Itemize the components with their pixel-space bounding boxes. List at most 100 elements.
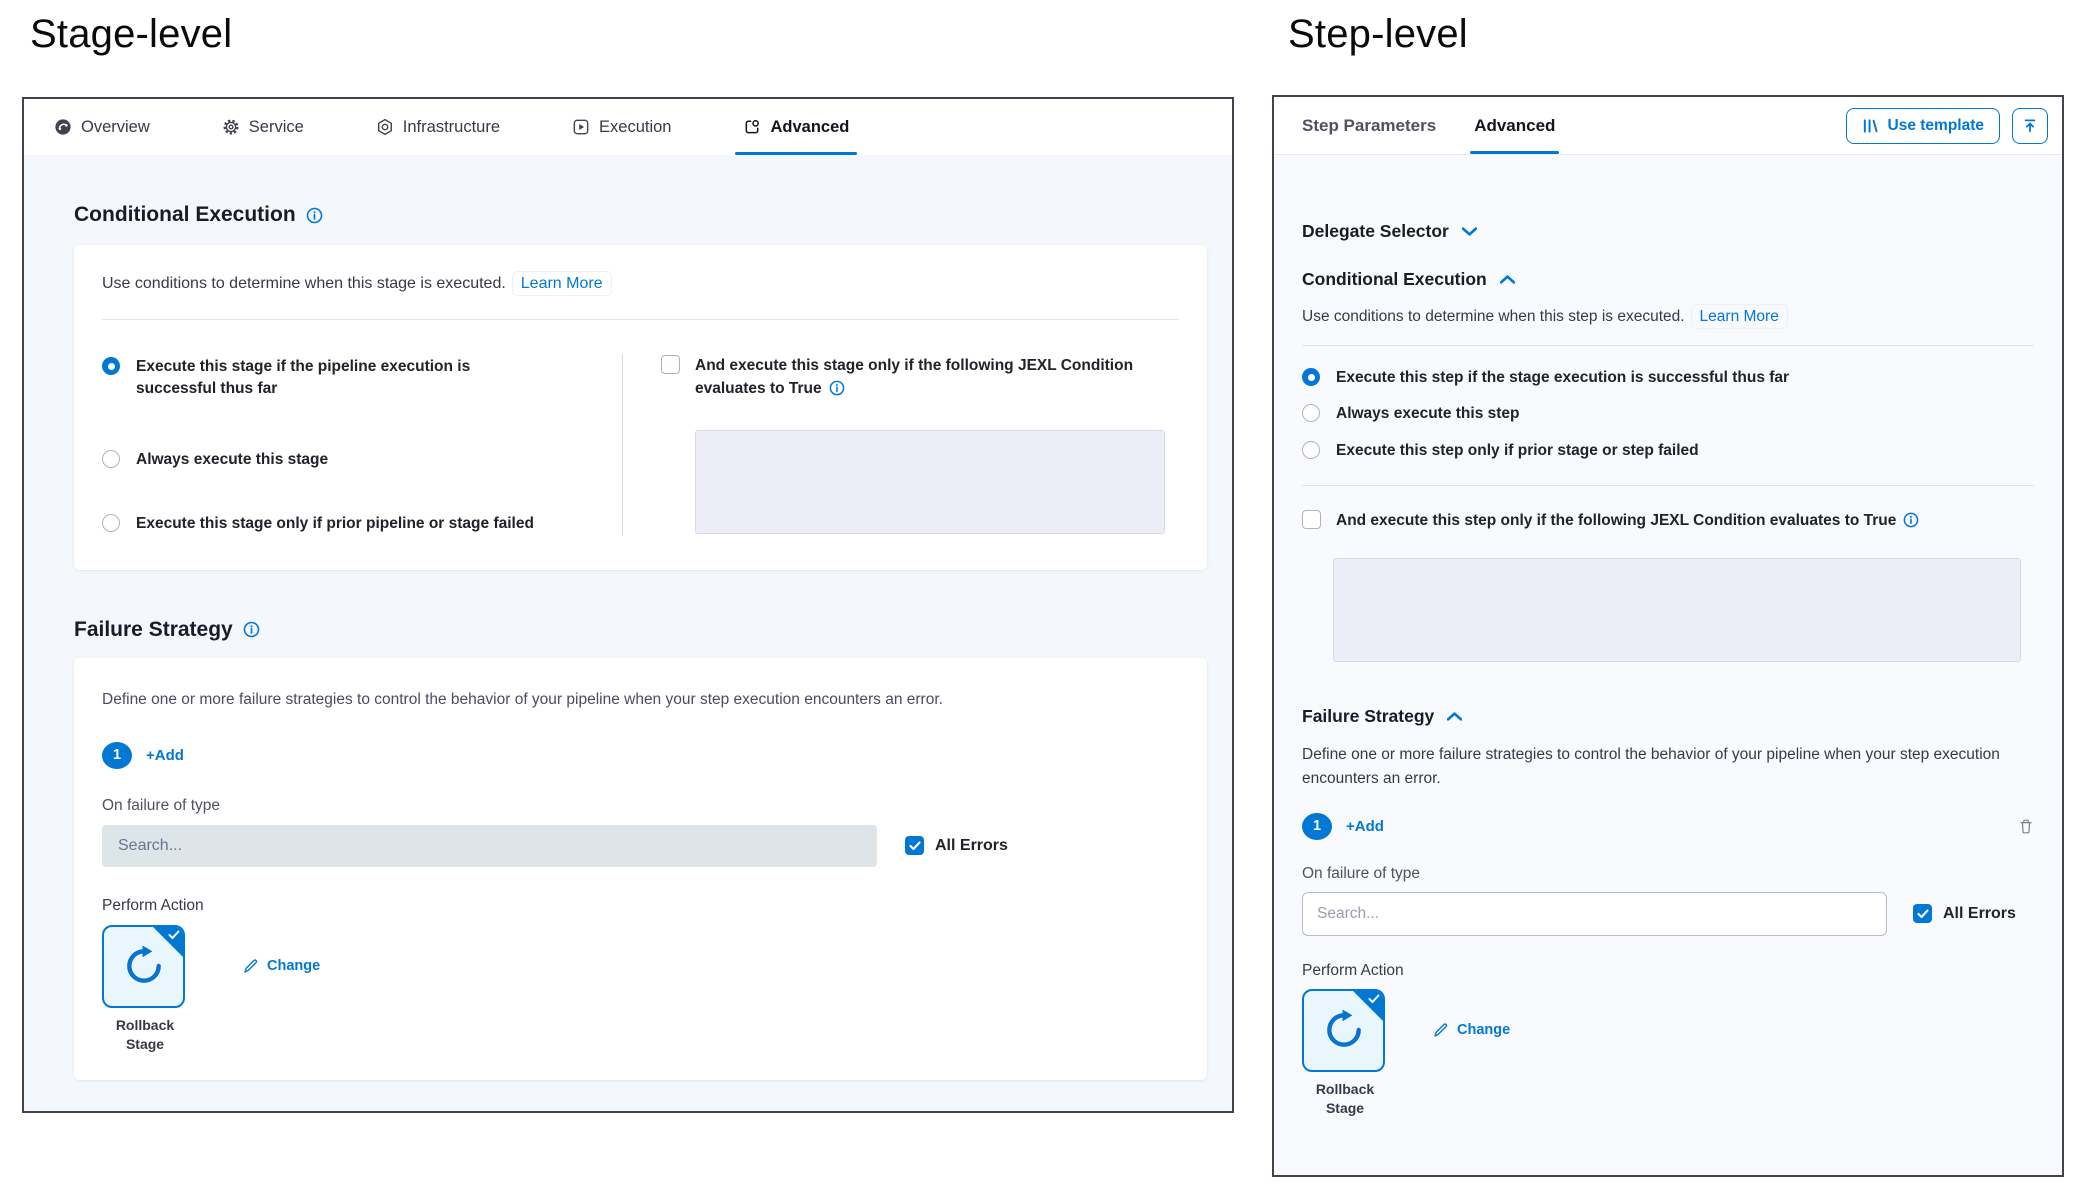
tab-advanced[interactable]: Advanced [743,99,849,155]
conditional-execution-header[interactable]: Conditional Execution [1302,269,2034,290]
failure-type-row: All Errors [102,825,1179,867]
use-template-button[interactable]: Use template [1846,108,2000,144]
tab-label: Infrastructure [403,118,500,137]
on-failure-of-type-label: On failure of type [1302,865,2034,883]
failure-type-search-input[interactable] [1302,892,1887,936]
radio-option-execute-if-successful[interactable]: Execute this stage if the pipeline execu… [102,356,622,401]
radio-option-execute-if-failed[interactable]: Execute this stage only if prior pipelin… [102,513,622,535]
pencil-icon [1433,1022,1449,1038]
section-title: Conditional Execution [74,203,296,227]
radio-input [102,514,120,532]
action-tile-caption: Rollback Stage [1302,1080,1388,1118]
screenshot-canvas: Stage-level Step-level Overview Service [0,0,2087,1189]
radio-option-always-execute[interactable]: Always execute this step [1302,403,2034,425]
chevron-up-icon [1447,712,1462,721]
checkbox-input [1302,510,1321,529]
perform-action-row: Change [1302,989,2034,1072]
stage-level-title: Stage-level [30,12,232,57]
radio-option-always-execute[interactable]: Always execute this stage [102,449,622,471]
jexl-condition-checkbox-row[interactable]: And execute this stage only if the follo… [661,354,1179,404]
action-tile-caption: Rollback Stage [102,1016,188,1054]
tab-label: Execution [599,118,671,137]
failure-strategy-description: Define one or more failure strategies to… [1302,743,2014,791]
failure-strategy-description: Define one or more failure strategies to… [102,688,1179,712]
tab-service[interactable]: Service [222,99,304,155]
all-errors-checkbox-row[interactable]: All Errors [905,836,1008,855]
radio-option-execute-if-successful[interactable]: Execute this step if the stage execution… [1302,367,2034,389]
library-icon [1862,118,1879,134]
conditional-execution-card: Use conditions to determine when this st… [74,245,1207,570]
perform-action-row: Change [102,925,1179,1008]
tab-step-parameters[interactable]: Step Parameters [1302,97,1436,154]
radio-input [102,357,120,375]
tab-infrastructure[interactable]: Infrastructure [376,99,500,155]
save-as-template-button[interactable] [2012,108,2048,144]
failure-type-row: All Errors [1302,892,2034,936]
chevron-down-icon [1462,227,1477,236]
section-title: Failure Strategy [74,618,233,642]
strategy-add-row: 1 +Add [1302,813,2034,840]
tab-label: Advanced [1474,116,1555,136]
add-strategy-button[interactable]: +Add [1346,818,1384,835]
tab-overview[interactable]: Overview [54,99,150,155]
upload-icon [2022,118,2038,134]
tab-advanced[interactable]: Advanced [1474,97,1555,154]
change-action-link[interactable]: Change [243,958,320,974]
stage-panel: Overview Service Infrastructure Executio… [22,97,1234,1113]
step-advanced-content: Delegate Selector Conditional Execution … [1274,155,2062,1175]
conditional-execution-description: Use conditions to determine when this st… [102,275,1179,293]
all-errors-checkbox-row[interactable]: All Errors [1913,904,2016,923]
tab-label: Advanced [770,118,849,137]
failure-strategy-card: Define one or more failure strategies to… [74,658,1207,1080]
divider [1302,485,2034,486]
info-icon[interactable] [243,621,260,638]
checkbox-input [1913,904,1932,923]
rollback-stage-tile[interactable] [102,925,185,1008]
stage-advanced-content: Conditional Execution Use conditions to … [24,155,1232,1111]
strategy-badge[interactable]: 1 [102,742,132,769]
pencil-icon [243,958,259,974]
hexagon-icon [376,118,394,136]
tab-execution[interactable]: Execution [572,99,671,155]
check-icon [1368,994,1380,1004]
rollback-stage-tile[interactable] [1302,989,1385,1072]
strategy-badge[interactable]: 1 [1302,813,1332,840]
failure-strategy-header[interactable]: Failure Strategy [1302,706,2034,727]
play-icon [572,118,590,136]
conditional-execution-description: Use conditions to determine when this st… [1302,308,2034,326]
jexl-condition-input[interactable] [1333,558,2021,662]
perform-action-label: Perform Action [102,897,1179,915]
chevron-up-icon [1500,275,1515,284]
jexl-condition-input[interactable] [695,430,1165,534]
stage-tabbar: Overview Service Infrastructure Executio… [24,99,1232,155]
add-strategy-button[interactable]: +Add [146,747,184,764]
step-panel: Step Parameters Advanced Use template [1272,95,2064,1177]
failure-type-search-input[interactable] [102,825,877,867]
info-icon[interactable] [306,207,323,224]
info-icon[interactable] [829,383,845,400]
radio-input [1302,441,1320,459]
overview-icon [54,118,72,136]
step-level-title: Step-level [1288,12,1468,57]
radio-input [1302,368,1320,386]
failure-strategy-heading: Failure Strategy [74,618,1207,642]
radio-option-execute-if-failed[interactable]: Execute this step only if prior stage or… [1302,440,2034,462]
info-icon[interactable] [1903,515,1919,532]
radio-input [1302,404,1320,422]
strategy-add-row: 1 +Add [102,742,1179,769]
checkbox-input [661,355,680,374]
trash-icon[interactable] [2018,818,2034,835]
divider [102,319,1179,320]
conditional-execution-heading: Conditional Execution [74,203,1207,227]
tab-label: Overview [81,118,150,137]
step-tabbar: Step Parameters Advanced Use template [1274,97,2062,155]
radio-input [102,450,120,468]
perform-action-label: Perform Action [1302,962,2034,980]
advanced-icon [743,118,761,136]
learn-more-link[interactable]: Learn More [512,271,612,296]
learn-more-link[interactable]: Learn More [1691,304,1788,329]
on-failure-of-type-label: On failure of type [102,797,1179,815]
change-action-link[interactable]: Change [1433,1022,1510,1038]
delegate-selector-header[interactable]: Delegate Selector [1302,221,2034,242]
jexl-condition-checkbox-row[interactable]: And execute this step only if the follow… [1302,509,2034,535]
